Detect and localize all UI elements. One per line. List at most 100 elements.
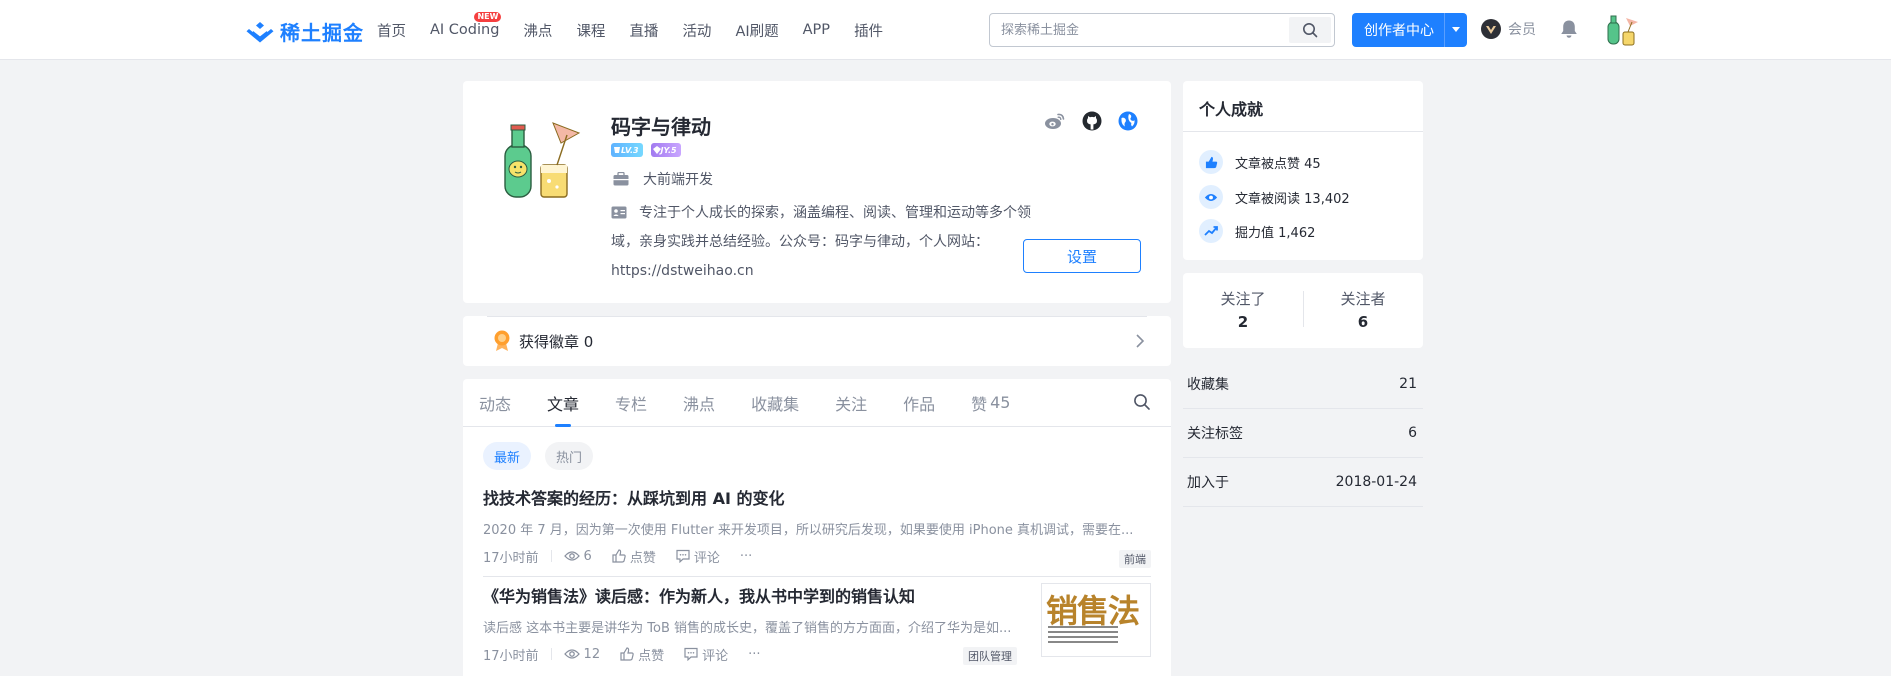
nav-app[interactable]: APP <box>803 22 830 38</box>
badges-summary: 获得徽章 0 <box>493 330 593 352</box>
article-title[interactable]: 找技术答案的经历：从踩坑到用 AI 的变化 <box>483 485 1151 509</box>
sort-filters: 最新 热门 <box>483 442 594 470</box>
diamond-icon <box>652 146 661 154</box>
username: 码字与律动 <box>611 115 711 139</box>
nav-home[interactable]: 首页 <box>377 20 406 41</box>
stat-joined-label: 加入于 <box>1187 475 1229 491</box>
eye-icon <box>563 649 580 659</box>
article-list-card: 动态 文章 专栏 沸点 收藏集 关注 作品 赞 45 最新 热门 找技术答案的经… <box>463 379 1171 676</box>
vip-label: 会员 <box>1508 22 1536 38</box>
vip-icon <box>1481 19 1501 39</box>
meta-divider <box>550 550 552 562</box>
achievement-reads: 文章被阅读 13,402 <box>1199 185 1350 209</box>
tab-works[interactable]: 作品 <box>903 379 935 427</box>
like-label: 点赞 <box>629 550 656 566</box>
followers-stat[interactable]: 关注者 6 <box>1303 288 1423 331</box>
creator-center-button[interactable]: 创作者中心 <box>1352 13 1467 47</box>
filter-hot[interactable]: 热门 <box>545 442 594 470</box>
tab-articles[interactable]: 文章 <box>547 379 579 427</box>
more-button[interactable]: ··· <box>740 549 752 564</box>
profile-avatar[interactable] <box>495 113 585 203</box>
search-box <box>989 13 1335 47</box>
article-title[interactable]: 《华为销售法》读后感：作为新人，我从书中学到的销售认知 <box>483 583 1031 607</box>
comment-label: 评论 <box>702 648 729 664</box>
view-count-text: 12 <box>583 646 601 662</box>
main-nav: 首页 AI Coding NEW 沸点 课程 直播 活动 AI刷题 APP 插件 <box>377 0 907 60</box>
follow-card: 关注了 2 关注者 6 <box>1183 273 1423 348</box>
achievements-card: 个人成就 文章被点赞 45 文章被阅读 13,402 掘力值 1,462 <box>1183 81 1423 260</box>
bio-text: 专注于个人成长的探索，涵盖编程、阅读、管理和运动等多个领域，亲身实践并总结经验。… <box>611 205 1031 279</box>
tab-likes[interactable]: 赞 45 <box>971 379 1010 427</box>
thumbs-up-icon <box>1199 150 1223 174</box>
following-stat[interactable]: 关注了 2 <box>1183 288 1303 331</box>
achievement-likes: 文章被点赞 45 <box>1199 150 1321 174</box>
badges-label: 获得徽章 0 <box>519 332 594 351</box>
article-tag[interactable]: 团队管理 <box>963 647 1017 665</box>
nav-pins[interactable]: 沸点 <box>523 20 552 41</box>
comment-label: 评论 <box>693 550 720 566</box>
juejin-level-badge[interactable]: JY.5 <box>650 143 681 157</box>
weibo-icon[interactable] <box>1044 111 1066 131</box>
medal-icon <box>494 330 510 351</box>
tab-collections[interactable]: 收藏集 <box>751 379 799 427</box>
juejin-logo-icon <box>246 21 274 42</box>
nav-ai-quiz[interactable]: AI刷题 <box>735 20 778 41</box>
badges-card[interactable]: 获得徽章 0 <box>463 316 1171 366</box>
stat-collections[interactable]: 收藏集 21 <box>1183 360 1423 409</box>
search-input[interactable] <box>990 14 1290 46</box>
more-button[interactable]: ··· <box>748 647 760 662</box>
thumbs-up-icon <box>612 549 626 563</box>
comment-button[interactable]: 评论 <box>684 645 728 664</box>
caret-down-icon <box>1452 27 1460 32</box>
notification-button[interactable] <box>1558 18 1580 44</box>
following-label: 关注了 <box>1220 290 1266 308</box>
tab-activity[interactable]: 动态 <box>479 379 511 427</box>
header-avatar[interactable] <box>1604 12 1640 48</box>
article-item[interactable]: 《华为销售法》读后感：作为新人，我从书中学到的销售认知 读后感 这本书主要是讲华… <box>483 583 1151 673</box>
stat-tags[interactable]: 关注标签 6 <box>1183 409 1423 458</box>
tab-following[interactable]: 关注 <box>835 379 867 427</box>
article-tag[interactable]: 前端 <box>1119 550 1151 568</box>
website-icon[interactable] <box>1118 111 1138 131</box>
creator-center-label: 创作者中心 <box>1364 23 1434 39</box>
like-button[interactable]: 点赞 <box>612 547 656 566</box>
article-item[interactable]: 找技术答案的经历：从踩坑到用 AI 的变化 2020 年 7 月，因为第一次使用… <box>483 485 1151 577</box>
nav-live[interactable]: 直播 <box>629 20 658 41</box>
profile-card: 码字与律动 LV.3 JY.5 大前端开发 专注于个人成长的探索，涵盖编程、阅读… <box>463 81 1171 303</box>
nav-events[interactable]: 活动 <box>682 20 711 41</box>
meta-divider <box>550 648 552 660</box>
creator-dropdown-button[interactable] <box>1444 13 1467 47</box>
user-level-badge[interactable]: LV.3 <box>611 143 643 157</box>
article-brief: 读后感 这本书主要是讲华为 ToB 销售的成长史，覆盖了销售的方方面面，介绍了华… <box>483 621 1012 636</box>
vip-link[interactable]: 会员 <box>1480 18 1536 40</box>
like-button[interactable]: 点赞 <box>620 645 664 664</box>
tab-columns[interactable]: 专栏 <box>615 379 647 427</box>
badges-divider <box>487 316 1147 317</box>
top-header: 稀土掘金 首页 AI Coding NEW 沸点 课程 直播 活动 AI刷题 A… <box>0 0 1891 60</box>
article-thumbnail[interactable]: 销售法 <box>1041 583 1151 657</box>
github-icon[interactable] <box>1082 111 1102 131</box>
stat-joined: 加入于 2018-01-24 <box>1183 458 1423 507</box>
profile-tabs: 动态 文章 专栏 沸点 收藏集 关注 作品 赞 45 <box>463 379 1171 427</box>
settings-button[interactable]: 设置 <box>1023 239 1141 273</box>
achievement-power-text: 掘力值 1,462 <box>1235 225 1316 241</box>
trend-up-icon <box>1199 219 1223 243</box>
nav-ai-coding[interactable]: AI Coding NEW <box>430 12 502 38</box>
chevron-right-icon <box>1136 334 1145 348</box>
comment-icon <box>676 549 690 563</box>
following-count: 2 <box>1237 313 1249 331</box>
job-title: 大前端开发 <box>613 169 713 189</box>
article-time: 17小时前 <box>483 550 539 566</box>
nav-plugins[interactable]: 插件 <box>854 20 883 41</box>
achievement-power: 掘力值 1,462 <box>1199 219 1315 243</box>
search-button[interactable] <box>1289 17 1331 43</box>
comment-button[interactable]: 评论 <box>676 547 720 566</box>
tab-search-icon[interactable] <box>1133 393 1151 411</box>
tab-pins[interactable]: 沸点 <box>683 379 715 427</box>
bell-icon <box>1561 20 1577 38</box>
filter-latest[interactable]: 最新 <box>483 442 532 470</box>
nav-courses[interactable]: 课程 <box>576 20 605 41</box>
article-time: 17小时前 <box>483 648 539 664</box>
juejin-logo[interactable]: 稀土掘金 <box>246 17 364 46</box>
juejin-level-text: JY.5 <box>660 145 677 155</box>
